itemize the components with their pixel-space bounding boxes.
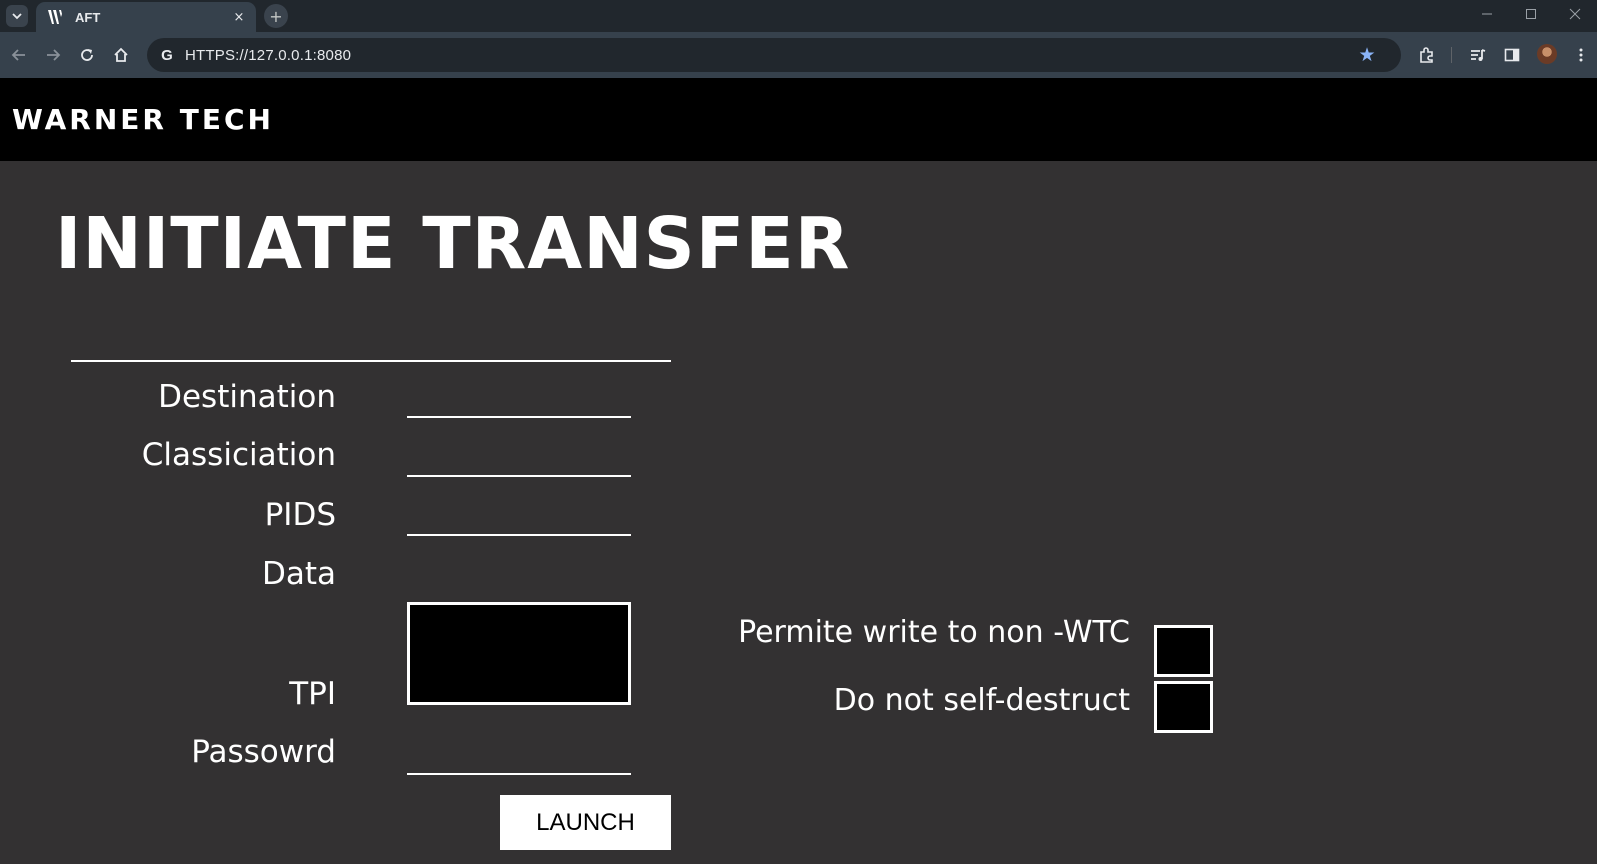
tab-search-button[interactable] bbox=[6, 5, 28, 27]
star-icon[interactable]: ★ bbox=[1357, 44, 1377, 66]
tpi-label: TPI bbox=[289, 676, 336, 712]
divider bbox=[71, 360, 671, 362]
pids-label: PIDS bbox=[264, 497, 336, 533]
url-text[interactable]: HTTPS://127.0.0.1:8080 bbox=[185, 47, 351, 64]
media-icon[interactable] bbox=[1466, 43, 1490, 67]
password-label: Passowrd bbox=[191, 734, 336, 770]
permit-write-checkbox[interactable] bbox=[1154, 625, 1213, 677]
brand-logo[interactable]: WARNER TECH bbox=[12, 103, 274, 136]
data-textarea[interactable] bbox=[407, 602, 631, 705]
forward-icon[interactable] bbox=[41, 43, 65, 67]
home-icon[interactable] bbox=[109, 43, 133, 67]
pids-field[interactable] bbox=[407, 534, 631, 536]
browser-toolbar: G HTTPS://127.0.0.1:8080 ★ bbox=[0, 32, 1597, 78]
destination-field[interactable] bbox=[407, 416, 631, 418]
plus-icon: + bbox=[269, 6, 283, 26]
new-tab-button[interactable]: + bbox=[264, 4, 288, 28]
no-self-destruct-checkbox[interactable] bbox=[1154, 681, 1213, 733]
chevron-down-icon bbox=[12, 13, 22, 20]
password-field[interactable] bbox=[407, 773, 631, 775]
google-icon: G bbox=[161, 46, 173, 64]
reload-icon[interactable] bbox=[75, 43, 99, 67]
tab-title: AFT bbox=[75, 9, 101, 25]
browser-tab-active[interactable]: AFT × bbox=[36, 2, 256, 32]
extensions-icon[interactable] bbox=[1415, 43, 1439, 67]
permit-write-label: Permite write to non -WTC bbox=[738, 615, 1130, 650]
data-label: Data bbox=[261, 556, 336, 592]
page-title: INITIATE TRANSFER bbox=[55, 202, 851, 285]
no-self-destruct-label: Do not self-destruct bbox=[833, 683, 1130, 718]
back-icon[interactable] bbox=[7, 43, 31, 67]
maximize-icon[interactable] bbox=[1509, 0, 1553, 28]
close-icon[interactable]: × bbox=[230, 8, 248, 26]
classiciation-field[interactable] bbox=[407, 475, 631, 477]
avatar[interactable] bbox=[1537, 44, 1557, 64]
launch-button[interactable]: LAUNCH bbox=[500, 795, 671, 850]
minimize-icon[interactable] bbox=[1465, 0, 1509, 28]
window-controls bbox=[1465, 0, 1597, 28]
window-close-icon[interactable] bbox=[1553, 0, 1597, 28]
browser-tabstrip: AFT × + bbox=[0, 0, 1597, 32]
address-bar[interactable]: G HTTPS://127.0.0.1:8080 ★ bbox=[147, 38, 1401, 72]
menu-icon[interactable] bbox=[1569, 43, 1593, 67]
side-panel-icon[interactable] bbox=[1500, 43, 1524, 67]
classiciation-label: Classiciation bbox=[141, 437, 336, 473]
site-header: WARNER TECH bbox=[0, 78, 1597, 161]
favicon-w-icon bbox=[48, 10, 62, 24]
destination-label: Destination bbox=[158, 379, 336, 415]
toolbar-divider bbox=[1451, 47, 1452, 63]
